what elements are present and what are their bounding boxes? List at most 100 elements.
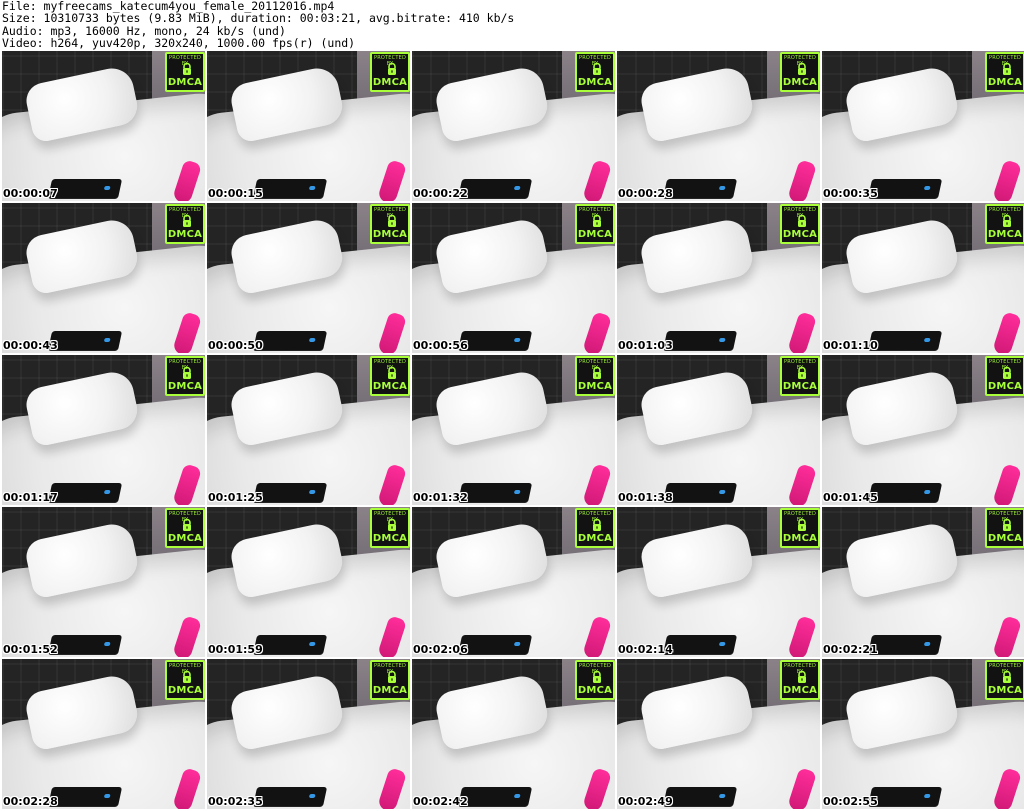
laptop: [662, 179, 738, 199]
laptop: [252, 179, 328, 199]
laptop: [252, 635, 328, 655]
laptop: [457, 179, 533, 199]
video-frame: PROTECTED BY DMCA 00:00:22: [412, 51, 615, 201]
lock-icon: [593, 366, 601, 379]
video-frame: PROTECTED BY DMCA 00:00:56: [412, 203, 615, 353]
dmca-brand: DMCA: [167, 685, 203, 696]
video-info-line: Video: h264, yuv420p, 320x240, 1000.00 f…: [2, 36, 356, 51]
video-frame: PROTECTED BY DMCA 00:01:10: [822, 203, 1024, 353]
dmca-brand: DMCA: [782, 381, 818, 392]
laptop: [867, 483, 943, 503]
timestamp: 00:02:28: [3, 795, 58, 808]
dmca-badge: PROTECTED BY DMCA: [575, 52, 615, 92]
video-frame: PROTECTED BY DMCA 00:01:59: [207, 507, 410, 657]
dmca-badge: PROTECTED BY DMCA: [165, 52, 205, 92]
lock-icon: [593, 214, 601, 227]
timestamp: 00:02:49: [618, 795, 673, 808]
dmca-badge: PROTECTED BY DMCA: [985, 660, 1024, 700]
laptop: [867, 787, 943, 807]
lock-icon: [183, 366, 191, 379]
dmca-brand: DMCA: [372, 229, 408, 240]
laptop: [457, 787, 533, 807]
thumbnail: PROTECTED BY DMCA 00:01:52: [2, 507, 205, 657]
timestamp: 00:01:59: [208, 643, 263, 656]
video-frame: PROTECTED BY DMCA 00:00:35: [822, 51, 1024, 201]
thumbnail: PROTECTED BY DMCA 00:01:03: [617, 203, 820, 353]
dmca-badge: PROTECTED BY DMCA: [575, 660, 615, 700]
lock-icon: [593, 518, 601, 531]
timestamp: 00:00:15: [208, 187, 263, 200]
laptop: [662, 483, 738, 503]
dmca-badge: PROTECTED BY DMCA: [370, 52, 410, 92]
dmca-badge: PROTECTED BY DMCA: [165, 660, 205, 700]
laptop: [867, 331, 943, 351]
lock-icon: [798, 670, 806, 683]
thumbnail: PROTECTED BY DMCA 00:00:43: [2, 203, 205, 353]
thumbnail: PROTECTED BY DMCA 00:02:28: [2, 659, 205, 809]
thumbnail: PROTECTED BY DMCA 00:00:50: [207, 203, 410, 353]
dmca-badge: PROTECTED BY DMCA: [780, 204, 820, 244]
laptop: [252, 483, 328, 503]
laptop: [47, 787, 123, 807]
timestamp: 00:02:35: [208, 795, 263, 808]
thumbnail: PROTECTED BY DMCA 00:00:07: [2, 51, 205, 201]
timestamp: 00:01:32: [413, 491, 468, 504]
video-frame: PROTECTED BY DMCA 00:02:06: [412, 507, 615, 657]
timestamp: 00:00:28: [618, 187, 673, 200]
laptop: [662, 787, 738, 807]
file-info-header: File: myfreecams_katecum4you_female_2011…: [0, 0, 1024, 50]
thumbnail: PROTECTED BY DMCA 00:00:28: [617, 51, 820, 201]
dmca-brand: DMCA: [987, 229, 1023, 240]
timestamp: 00:02:06: [413, 643, 468, 656]
video-frame: PROTECTED BY DMCA 00:00:43: [2, 203, 205, 353]
dmca-badge: PROTECTED BY DMCA: [165, 204, 205, 244]
lock-icon: [183, 214, 191, 227]
dmca-brand: DMCA: [577, 229, 613, 240]
timestamp: 00:00:56: [413, 339, 468, 352]
dmca-badge: PROTECTED BY DMCA: [780, 356, 820, 396]
video-frame: PROTECTED BY DMCA 00:00:07: [2, 51, 205, 201]
timestamp: 00:01:25: [208, 491, 263, 504]
lock-icon: [388, 518, 396, 531]
video-frame: PROTECTED BY DMCA 00:00:15: [207, 51, 410, 201]
video-frame: PROTECTED BY DMCA 00:02:49: [617, 659, 820, 809]
lock-icon: [1003, 62, 1011, 75]
thumbnail: PROTECTED BY DMCA 00:01:32: [412, 355, 615, 505]
thumbnail: PROTECTED BY DMCA 00:02:35: [207, 659, 410, 809]
timestamp: 00:00:22: [413, 187, 468, 200]
video-frame: PROTECTED BY DMCA 00:00:28: [617, 51, 820, 201]
file-size-line: Size: 10310733 bytes (9.83 MiB), duratio…: [2, 11, 515, 26]
thumbnail: PROTECTED BY DMCA 00:01:25: [207, 355, 410, 505]
timestamp: 00:02:21: [823, 643, 878, 656]
timestamp: 00:01:10: [823, 339, 878, 352]
timestamp: 00:01:38: [618, 491, 673, 504]
thumbnail: PROTECTED BY DMCA 00:02:21: [822, 507, 1024, 657]
dmca-brand: DMCA: [782, 229, 818, 240]
dmca-badge: PROTECTED BY DMCA: [575, 356, 615, 396]
lock-icon: [183, 518, 191, 531]
timestamp: 00:02:55: [823, 795, 878, 808]
dmca-badge: PROTECTED BY DMCA: [985, 204, 1024, 244]
lock-icon: [798, 518, 806, 531]
dmca-badge: PROTECTED BY DMCA: [985, 508, 1024, 548]
video-frame: PROTECTED BY DMCA 00:01:52: [2, 507, 205, 657]
dmca-brand: DMCA: [167, 77, 203, 88]
dmca-badge: PROTECTED BY DMCA: [575, 204, 615, 244]
dmca-brand: DMCA: [372, 533, 408, 544]
dmca-badge: PROTECTED BY DMCA: [780, 660, 820, 700]
laptop: [457, 331, 533, 351]
thumbnail: PROTECTED BY DMCA 00:01:17: [2, 355, 205, 505]
lock-icon: [798, 62, 806, 75]
dmca-brand: DMCA: [577, 77, 613, 88]
timestamp: 00:02:14: [618, 643, 673, 656]
dmca-brand: DMCA: [372, 685, 408, 696]
thumbnail: PROTECTED BY DMCA 00:02:14: [617, 507, 820, 657]
dmca-badge: PROTECTED BY DMCA: [985, 356, 1024, 396]
dmca-badge: PROTECTED BY DMCA: [780, 52, 820, 92]
video-frame: PROTECTED BY DMCA 00:02:55: [822, 659, 1024, 809]
dmca-badge: PROTECTED BY DMCA: [985, 52, 1024, 92]
lock-icon: [593, 670, 601, 683]
dmca-brand: DMCA: [782, 685, 818, 696]
video-frame: PROTECTED BY DMCA 00:00:50: [207, 203, 410, 353]
dmca-brand: DMCA: [372, 381, 408, 392]
